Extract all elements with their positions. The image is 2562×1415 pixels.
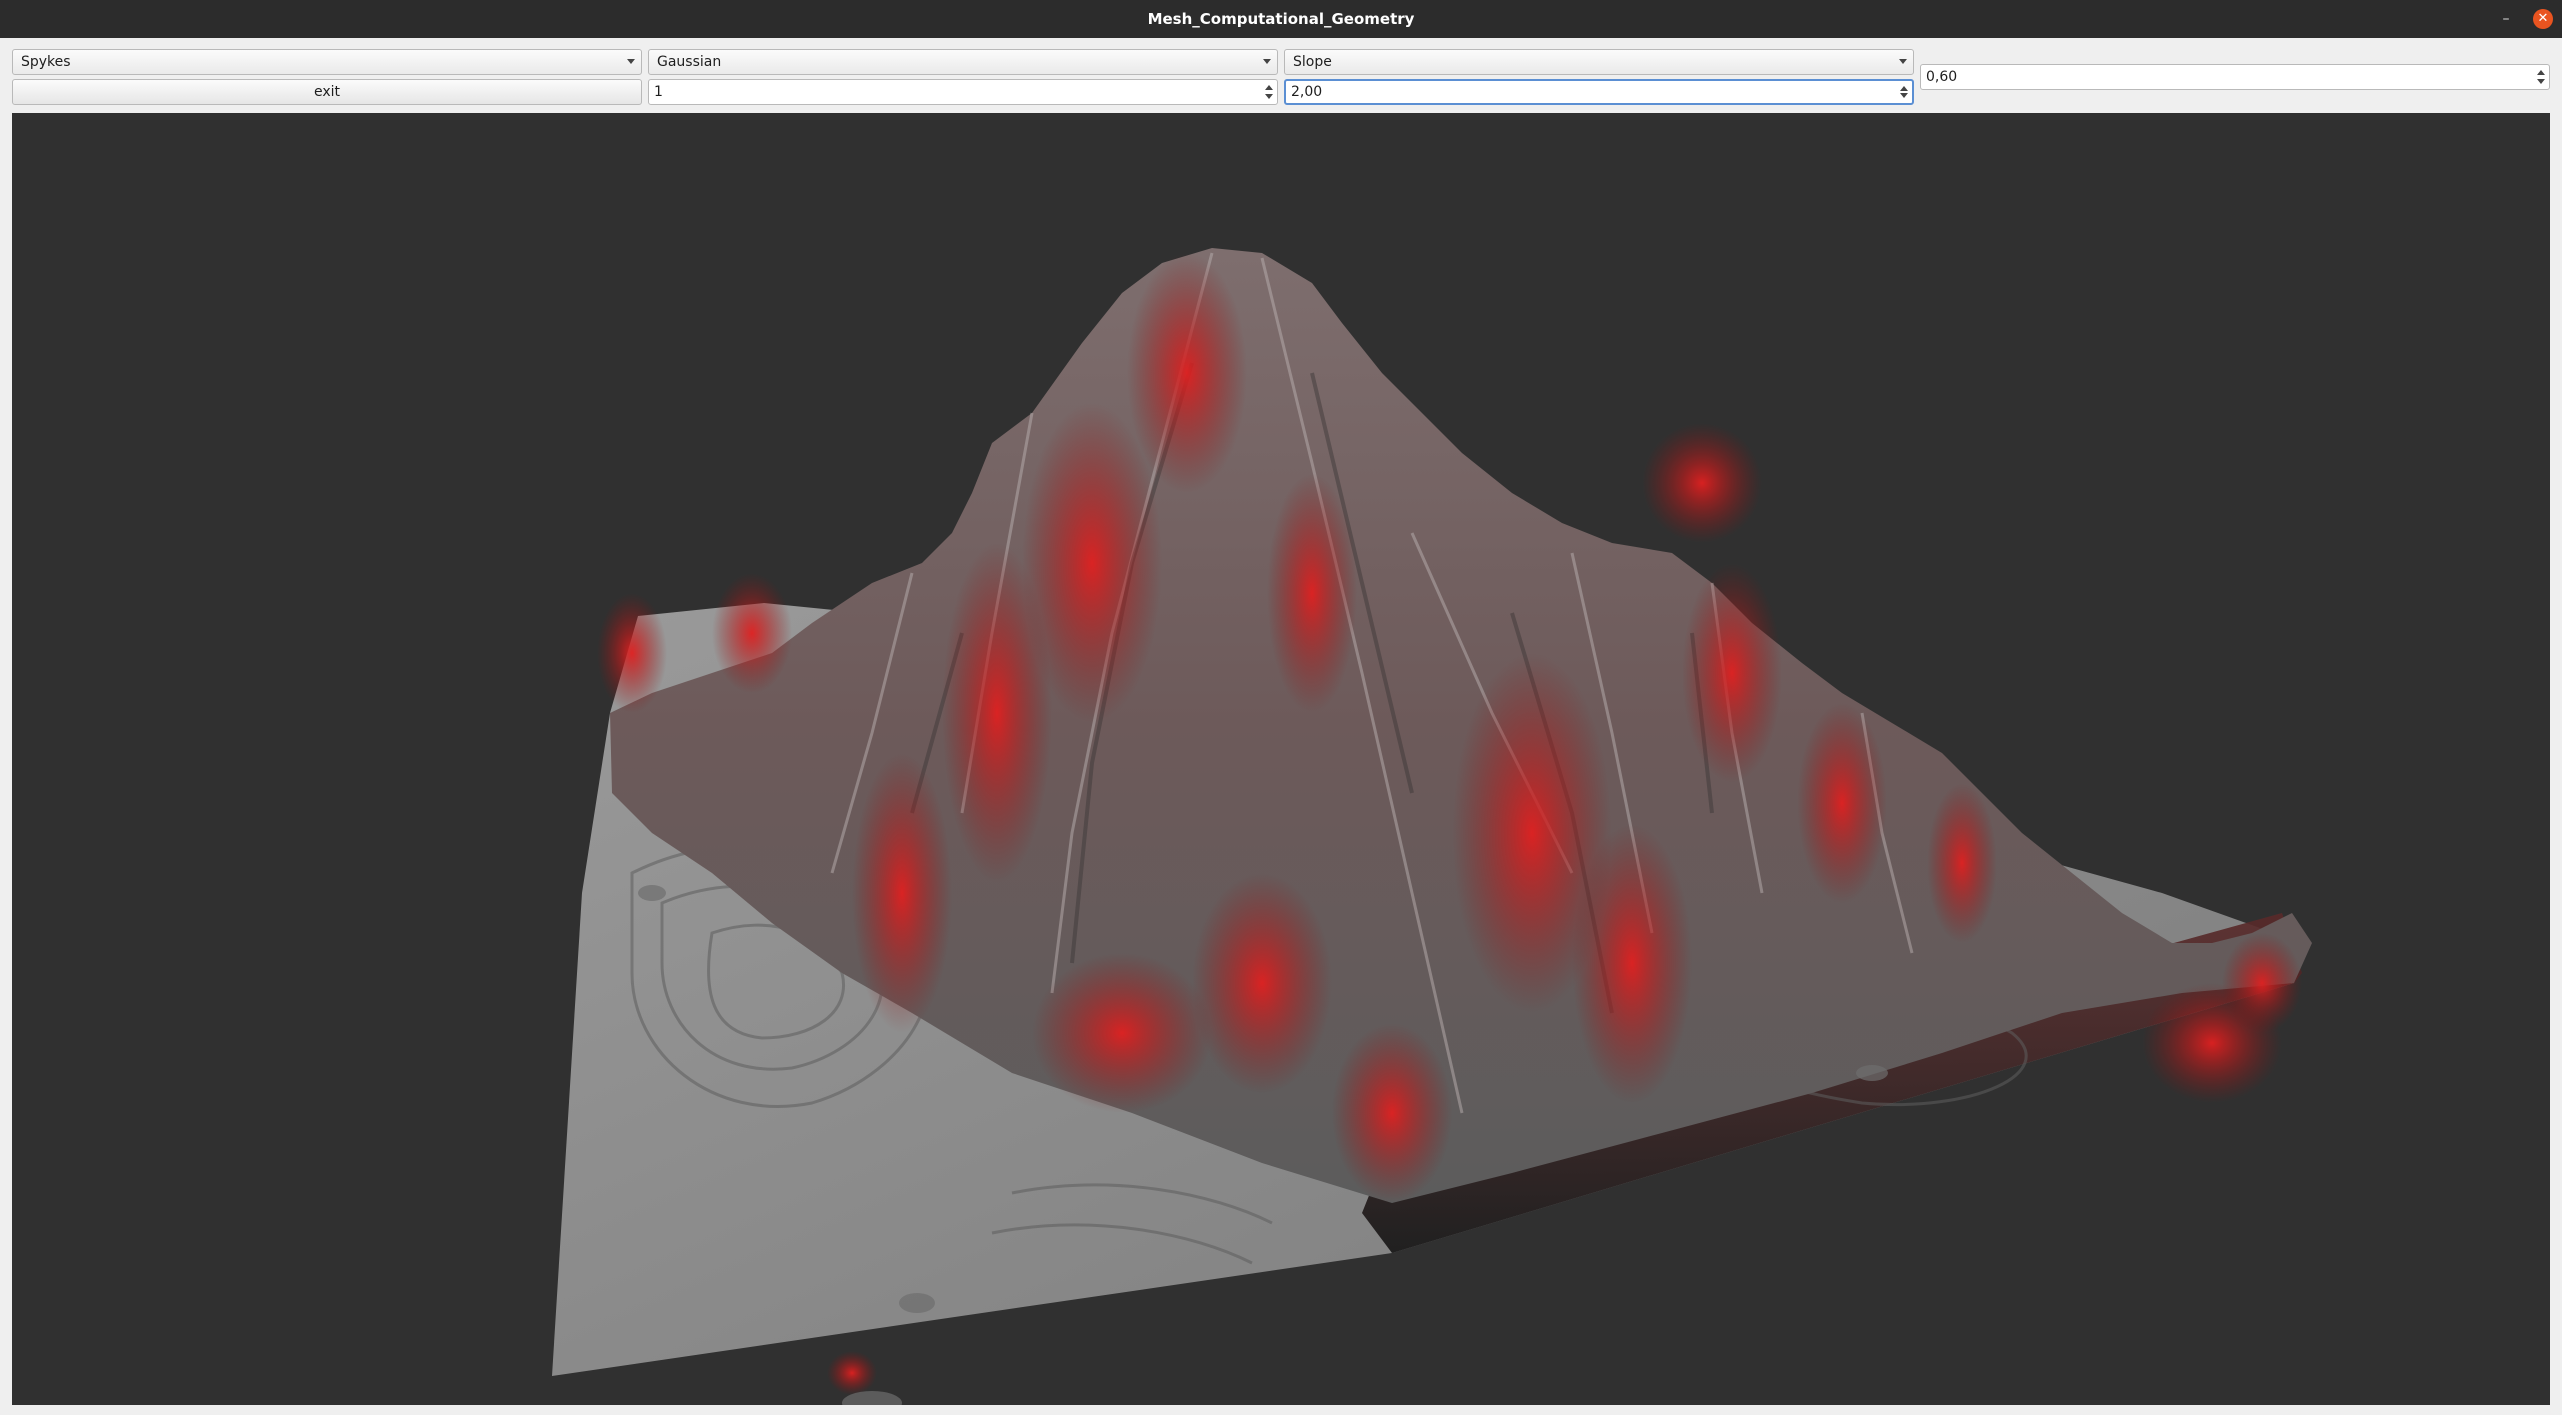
arrow-down-icon[interactable] [2537, 79, 2545, 84]
filter-combo-value: Gaussian [657, 54, 722, 70]
arrow-down-icon[interactable] [1900, 93, 1908, 98]
threshold-spinbox[interactable] [1920, 64, 2550, 90]
window-title: Mesh_Computational_Geometry [1147, 10, 1415, 28]
chevron-down-icon [627, 59, 635, 64]
terrain-mesh-render[interactable] [12, 113, 2550, 1405]
exit-button[interactable]: exit [12, 79, 642, 105]
arrow-up-icon[interactable] [1265, 85, 1273, 90]
scale-spinbox[interactable] [1284, 79, 1914, 105]
iterations-spinbox[interactable] [648, 79, 1278, 105]
close-icon[interactable]: ✕ [2533, 9, 2553, 29]
arrow-up-icon[interactable] [1900, 86, 1908, 91]
shape-combo-value: Spykes [21, 54, 71, 70]
iterations-input[interactable] [649, 80, 1259, 104]
filter-combo[interactable]: Gaussian [648, 49, 1278, 75]
gl-viewport[interactable] [12, 113, 2550, 1405]
arrow-down-icon[interactable] [1265, 94, 1273, 99]
shape-combo[interactable]: Spykes [12, 49, 642, 75]
chevron-down-icon [1899, 59, 1907, 64]
spin-arrows[interactable] [2535, 67, 2547, 87]
coloring-combo[interactable]: Slope [1284, 49, 1914, 75]
title-bar[interactable]: Mesh_Computational_Geometry – ✕ [0, 0, 2562, 38]
chevron-down-icon [1263, 59, 1271, 64]
arrow-up-icon[interactable] [2537, 70, 2545, 75]
coloring-combo-value: Slope [1293, 54, 1332, 70]
scale-input[interactable] [1286, 81, 1894, 103]
minimize-icon[interactable]: – [2496, 9, 2516, 29]
spin-arrows[interactable] [1263, 82, 1275, 102]
spin-arrows[interactable] [1898, 83, 1910, 101]
threshold-input[interactable] [1921, 65, 2531, 89]
app-window: Mesh_Computational_Geometry – ✕ Spykes G… [0, 0, 2562, 1415]
